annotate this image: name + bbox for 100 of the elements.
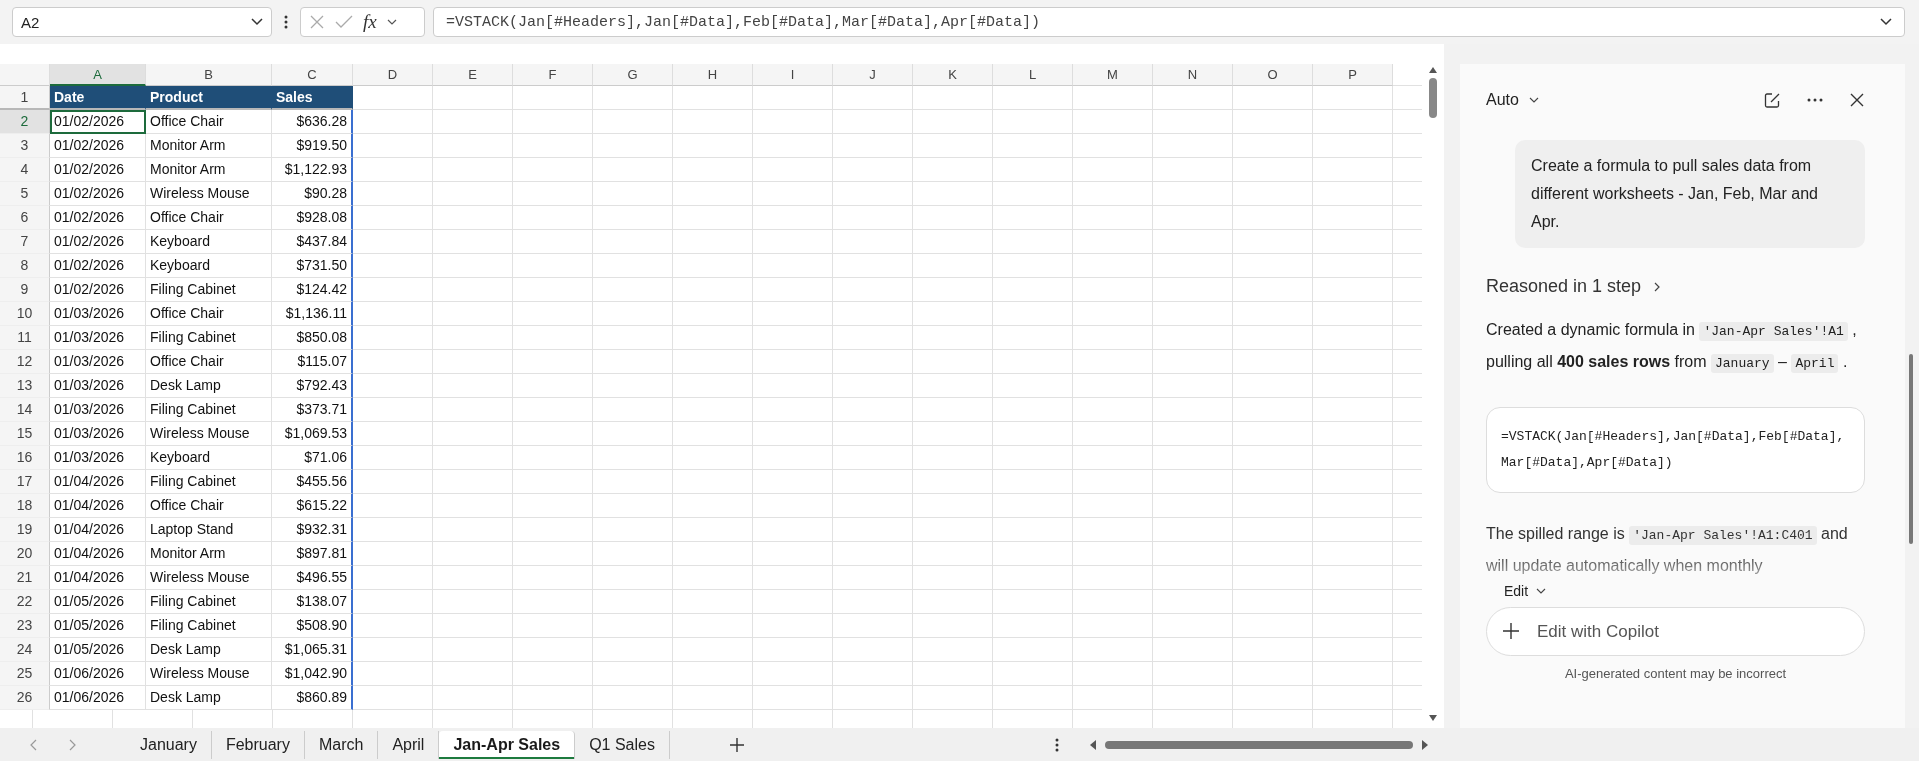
- row-header[interactable]: 19: [0, 518, 50, 542]
- chevron-icon: [1536, 587, 1547, 595]
- edit-dropdown[interactable]: Edit: [1504, 583, 1865, 599]
- row-header[interactable]: 15: [0, 422, 50, 446]
- scroll-right-icon[interactable]: [1421, 739, 1429, 750]
- column-header[interactable]: P: [1313, 64, 1393, 86]
- table-cell: $932.31: [272, 518, 353, 542]
- column-header[interactable]: E: [433, 64, 513, 86]
- row-header[interactable]: 11: [0, 326, 50, 350]
- row-header[interactable]: 3: [0, 134, 50, 158]
- column-header[interactable]: K: [913, 64, 993, 86]
- more-icon[interactable]: [284, 15, 288, 29]
- row-header[interactable]: 20: [0, 542, 50, 566]
- sheet-tab[interactable]: March: [304, 730, 379, 759]
- row-header[interactable]: 5: [0, 182, 50, 206]
- name-box[interactable]: A2: [12, 7, 272, 37]
- cell-grid[interactable]: [0, 64, 1422, 728]
- new-chat-icon[interactable]: [1764, 91, 1781, 109]
- sheet-tab[interactable]: Q1 Sales: [575, 730, 670, 759]
- table-cell: 01/02/2026: [50, 110, 146, 134]
- row-header[interactable]: 22: [0, 590, 50, 614]
- table-cell: $636.28: [272, 110, 353, 134]
- horizontal-scrollbar[interactable]: [1089, 739, 1429, 750]
- reasoning-toggle[interactable]: Reasoned in 1 step: [1486, 276, 1865, 297]
- row-header[interactable]: 18: [0, 494, 50, 518]
- table-cell: $850.08: [272, 326, 353, 350]
- response-text: The spilled range is 'Jan-Apr Sales'!A1:C401 and will update automatically when monthly: [1486, 524, 1849, 576]
- scroll-thumb[interactable]: [1429, 78, 1437, 118]
- column-header[interactable]: A: [50, 64, 146, 86]
- formula-field[interactable]: =VSTACK(Jan[#Headers],Jan[#Data],Feb[#Data],Mar[#Data],Apr[#Data]): [433, 7, 1905, 37]
- column-header[interactable]: G: [593, 64, 673, 86]
- row-header[interactable]: 14: [0, 398, 50, 422]
- column-header[interactable]: F: [513, 64, 593, 86]
- chevron-icon: [1653, 280, 1662, 293]
- mode-dropdown[interactable]: Auto: [1486, 91, 1539, 109]
- caret-icon: [251, 18, 263, 26]
- scroll-down-icon[interactable]: [1428, 714, 1438, 722]
- table-cell: $138.07: [272, 590, 353, 614]
- close-icon[interactable]: [1849, 92, 1865, 108]
- column-header[interactable]: B: [146, 64, 272, 86]
- row-header[interactable]: 1: [0, 86, 50, 110]
- table-cell: $373.71: [272, 398, 353, 422]
- scroll-up-icon[interactable]: [1428, 66, 1438, 74]
- column-header[interactable]: H: [673, 64, 753, 86]
- add-icon[interactable]: [1502, 622, 1520, 640]
- column-header[interactable]: C: [272, 64, 353, 86]
- caret-icon[interactable]: [386, 18, 397, 26]
- user-message: Create a formula to pull sales data from different worksheets - Jan, Feb, Mar and Apr.: [1515, 140, 1865, 248]
- sheet-tab[interactable]: January: [126, 730, 212, 759]
- row-header[interactable]: 12: [0, 350, 50, 374]
- more-icon[interactable]: [1055, 737, 1059, 752]
- table-cell: $115.07: [272, 350, 353, 374]
- column-header[interactable]: D: [353, 64, 433, 86]
- table-cell: $860.89: [272, 686, 353, 710]
- row-header[interactable]: 16: [0, 446, 50, 470]
- row-header[interactable]: 10: [0, 302, 50, 326]
- column-header[interactable]: O: [1233, 64, 1313, 86]
- column-heading-cell: Product: [146, 86, 272, 110]
- table-cell: $71.06: [272, 446, 353, 470]
- table-cell: $897.81: [272, 542, 353, 566]
- row-header[interactable]: 21: [0, 566, 50, 590]
- row-header[interactable]: 23: [0, 614, 50, 638]
- sheet-tab[interactable]: February: [211, 730, 305, 759]
- row-header[interactable]: 13: [0, 374, 50, 398]
- code-block: =VSTACK(Jan[#Headers],Jan[#Data],Feb[#Data],Mar[#Data],Apr[#Data]): [1486, 407, 1865, 493]
- disclaimer-text: AI-generated content may be incorrect: [1563, 666, 1788, 681]
- row-header[interactable]: 6: [0, 206, 50, 230]
- add-sheet-icon[interactable]: [729, 737, 744, 752]
- column-header[interactable]: L: [993, 64, 1073, 86]
- row-header[interactable]: 17: [0, 470, 50, 494]
- table-cell: $615.22: [272, 494, 353, 518]
- scroll-thumb[interactable]: [1105, 740, 1413, 749]
- column-header[interactable]: J: [833, 64, 913, 86]
- row-header[interactable]: 26: [0, 686, 50, 710]
- scroll-left-icon[interactable]: [1089, 739, 1097, 750]
- row-header[interactable]: 8: [0, 254, 50, 278]
- row-header[interactable]: 4: [0, 158, 50, 182]
- row-header[interactable]: 2: [0, 110, 50, 134]
- table-cell: $1,065.31: [272, 638, 353, 662]
- row-header[interactable]: 25: [0, 662, 50, 686]
- row-header[interactable]: 24: [0, 638, 50, 662]
- table-cell: $919.50: [272, 134, 353, 158]
- table-cell: $496.55: [272, 566, 353, 590]
- prompt-field[interactable]: Edit with Copilot: [1486, 607, 1865, 656]
- table-cell: $1,042.90: [272, 662, 353, 686]
- column-heading-cell: Sales: [272, 86, 353, 110]
- insert-function-button[interactable]: fx: [363, 11, 377, 33]
- table-cell: $1,069.53: [272, 422, 353, 446]
- table-cell: $792.43: [272, 374, 353, 398]
- row-header[interactable]: 7: [0, 230, 50, 254]
- row-header[interactable]: 9: [0, 278, 50, 302]
- column-header[interactable]: M: [1073, 64, 1153, 86]
- column-header[interactable]: N: [1153, 64, 1233, 86]
- panel-scroll-thumb[interactable]: [1909, 354, 1913, 544]
- column-header[interactable]: I: [753, 64, 833, 86]
- column-heading-cell: Date: [50, 86, 146, 110]
- more-icon[interactable]: [1807, 98, 1823, 102]
- table-cell: $1,122.93: [272, 158, 353, 182]
- expand-icon[interactable]: [1880, 18, 1892, 26]
- sheet-tab[interactable]: Jan-Apr Sales: [439, 730, 576, 759]
